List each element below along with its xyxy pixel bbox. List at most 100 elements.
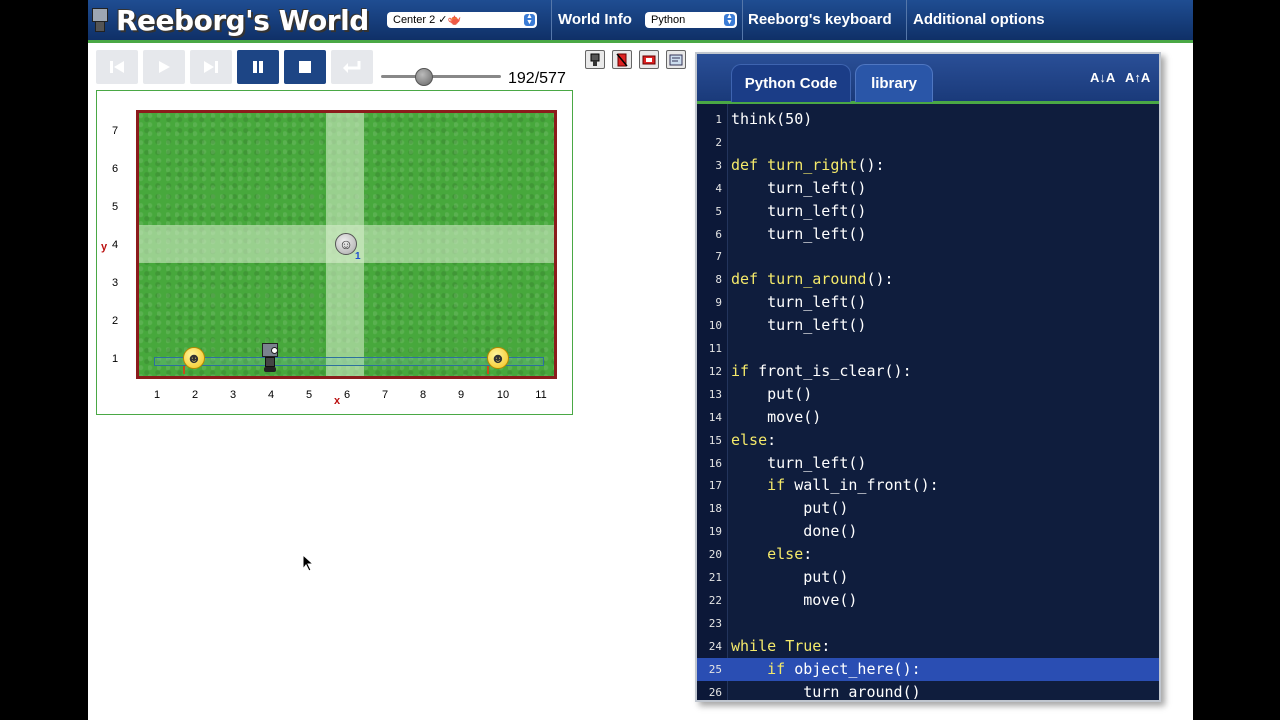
code-line[interactable]: 9 turn_left() <box>697 291 1159 314</box>
token-smiley-icon: ☺ <box>335 233 357 255</box>
menu-divider <box>551 0 552 40</box>
code-line[interactable]: 7 <box>697 245 1159 268</box>
line-number: 4 <box>715 181 722 195</box>
increase-font-button[interactable]: A↑A <box>1125 70 1150 85</box>
code-text: turn_around() <box>731 682 921 701</box>
chevron-updown-icon: ▲ ▼ <box>524 13 535 26</box>
tab-library[interactable]: library <box>855 64 933 102</box>
code-text: put() <box>731 499 849 518</box>
code-line[interactable]: 18 put() <box>697 497 1159 520</box>
code-text: move() <box>731 407 822 426</box>
y-tick: 5 <box>111 201 119 213</box>
code-line[interactable]: 24 while True: <box>697 635 1159 658</box>
world-info-button[interactable]: World Info <box>558 11 632 28</box>
code-line[interactable]: 23 <box>697 612 1159 635</box>
code-line[interactable]: 14 move() <box>697 406 1159 429</box>
code-area[interactable]: 1 think(50) 2 3 def turn_right(): 4 turn_left… <box>697 104 1159 700</box>
code-text: think(50) <box>731 110 813 128</box>
line-number: 21 <box>708 571 722 584</box>
y-axis-label: y <box>101 241 108 253</box>
output-window-icon[interactable] <box>666 50 686 69</box>
world-select[interactable]: Center 2 ✓🫖 ▲ ▼ <box>387 12 537 28</box>
decrease-font-button[interactable]: A↓A <box>1090 70 1115 85</box>
code-text: turn_left() <box>731 224 867 243</box>
step-forward-icon <box>204 61 218 73</box>
code-line[interactable]: 5 turn_left() <box>697 200 1159 223</box>
code-line[interactable]: 15 else: <box>697 429 1159 452</box>
x-tick: 6 <box>343 389 351 401</box>
line-number: 22 <box>708 593 722 607</box>
language-select[interactable]: Python ▲ ▼ <box>645 12 737 28</box>
menu-divider <box>742 0 743 40</box>
run-button[interactable] <box>143 50 185 84</box>
code-line[interactable]: 16 turn_left() <box>697 452 1159 475</box>
robot-model-icon[interactable] <box>585 50 605 69</box>
code-line[interactable]: 20 else: <box>697 543 1159 566</box>
code-text: else: <box>731 430 777 449</box>
code-line[interactable]: 19 done() <box>697 520 1159 543</box>
line-number: 18 <box>708 502 722 516</box>
goal-region <box>154 357 544 366</box>
line-number: 24 <box>708 639 722 653</box>
pause-button[interactable] <box>237 50 279 84</box>
code-line[interactable]: 22 move() <box>697 589 1159 612</box>
world-editor-icon[interactable] <box>639 50 659 69</box>
line-number: 16 <box>708 456 722 470</box>
keyboard-button[interactable]: Reeborg's keyboard <box>748 11 892 28</box>
highlight-toggle-icon[interactable] <box>612 50 632 69</box>
stop-icon <box>299 61 311 73</box>
goal-marker <box>183 366 185 374</box>
code-text: done() <box>731 522 858 541</box>
y-tick: 4 <box>111 239 119 251</box>
code-text: if wall_in_front(): <box>767 476 939 495</box>
return-button[interactable] <box>331 50 373 84</box>
line-number: 15 <box>708 433 722 447</box>
additional-options-button[interactable]: Additional options <box>913 11 1045 28</box>
tab-python-code[interactable]: Python Code <box>731 64 851 102</box>
x-tick: 8 <box>419 389 427 401</box>
line-number: 8 <box>715 273 722 287</box>
step-counter: 192/577 <box>508 70 566 87</box>
x-tick: 4 <box>267 389 275 401</box>
x-axis-label: x <box>334 395 341 407</box>
code-line[interactable]: 3 def turn_right(): <box>697 154 1159 177</box>
world-select-value: Center 2 ✓🫖 <box>393 14 462 26</box>
reeborg-robot-icon <box>90 6 108 34</box>
return-arrow-icon <box>343 61 361 73</box>
line-number: 23 <box>708 616 722 630</box>
chevron-updown-icon: ▲ ▼ <box>724 13 735 26</box>
code-line[interactable]: 6 turn_left() <box>697 223 1159 246</box>
code-line[interactable]: 12 if front_is_clear(): <box>697 360 1159 383</box>
code-text: def turn_around(): <box>731 270 894 289</box>
menu-divider <box>906 0 907 40</box>
stop-button[interactable] <box>284 50 326 84</box>
code-text: move() <box>731 590 858 609</box>
code-text: def turn_right(): <box>731 155 885 174</box>
line-number: 19 <box>708 525 722 539</box>
step-button[interactable] <box>190 50 232 84</box>
goal-marker <box>487 366 489 374</box>
code-line[interactable]: 1 think(50) <box>697 108 1159 131</box>
code-text: if object_here(): <box>767 659 921 678</box>
pause-icon <box>253 61 263 73</box>
code-line[interactable]: 25 if object_here(): <box>697 657 1159 681</box>
code-line[interactable]: 13 put() <box>697 383 1159 406</box>
y-tick: 1 <box>111 353 119 365</box>
speed-slider[interactable] <box>381 75 501 78</box>
code-line[interactable]: 4 turn_left() <box>697 177 1159 200</box>
code-text: put() <box>731 568 849 586</box>
code-line[interactable]: 17 if wall_in_front(): <box>697 474 1159 497</box>
code-line[interactable]: 26 turn_around() <box>697 681 1159 701</box>
reload-button[interactable] <box>96 50 138 84</box>
y-tick: 3 <box>111 277 119 289</box>
line-number: 9 <box>715 296 722 310</box>
code-line[interactable]: 10 turn_left() <box>697 314 1159 337</box>
code-line[interactable]: 2 <box>697 131 1159 154</box>
line-number: 12 <box>708 364 722 378</box>
code-line[interactable]: 11 <box>697 337 1159 360</box>
code-line[interactable]: 21 put() <box>697 566 1159 589</box>
speed-slider-thumb[interactable] <box>415 68 433 86</box>
robot-icon <box>260 343 280 373</box>
code-line[interactable]: 8 def turn_around(): <box>697 268 1159 291</box>
goal-smiley-icon: ☻ <box>183 347 205 369</box>
